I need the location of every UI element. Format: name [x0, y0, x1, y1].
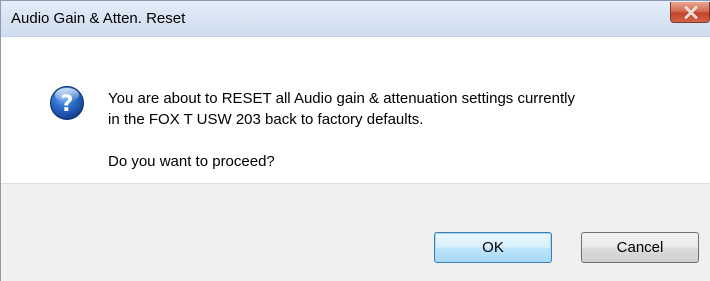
dialog-title: Audio Gain & Atten. Reset	[11, 10, 186, 27]
close-button[interactable]	[670, 2, 710, 23]
reset-dialog: Audio Gain & Atten. Reset ? You are abou…	[0, 0, 710, 281]
svg-text:?: ?	[61, 92, 74, 117]
question-icon: ?	[50, 86, 84, 120]
close-icon	[684, 6, 698, 19]
message-line-2: in the FOX T USW 203 back to factory def…	[108, 111, 424, 128]
button-bar: OK Cancel	[1, 183, 710, 281]
cancel-button[interactable]: Cancel	[581, 232, 699, 263]
confirm-question: Do you want to proceed?	[108, 153, 275, 170]
ok-button[interactable]: OK	[434, 232, 552, 263]
message-text: You are about to RESET all Audio gain & …	[108, 88, 698, 172]
dialog-content: ? You are about to RESET all Audio gain …	[1, 37, 710, 183]
message-line-1: You are about to RESET all Audio gain & …	[108, 90, 575, 107]
title-bar[interactable]: Audio Gain & Atten. Reset	[1, 1, 710, 37]
